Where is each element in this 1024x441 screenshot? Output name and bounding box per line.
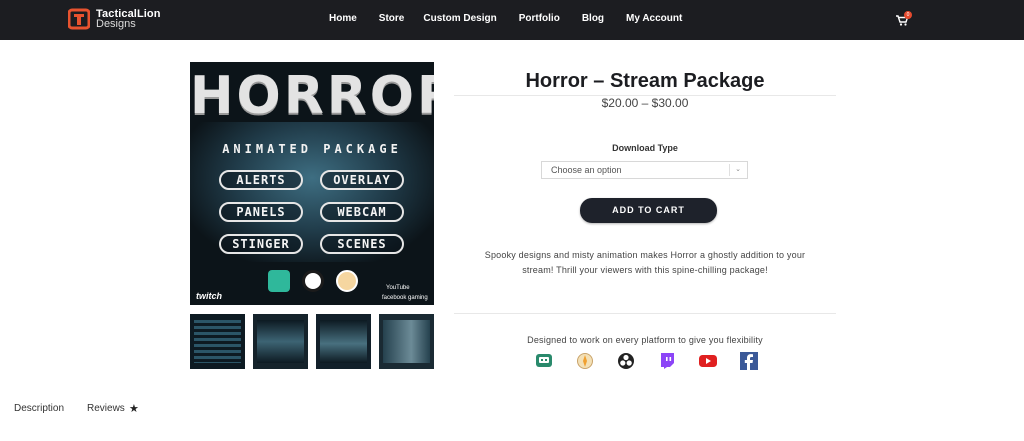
- twitch-logo-text: twitch: [196, 291, 222, 301]
- artwork-subtitle: ANIMATED PACKAGE: [222, 142, 402, 156]
- thumbnail-be-right-back-image: [320, 320, 367, 363]
- youtube-icon: [699, 355, 717, 367]
- tab-description[interactable]: Description: [14, 403, 64, 414]
- select-placeholder: Choose an option: [551, 165, 622, 175]
- logo-subname: Designs: [96, 18, 136, 30]
- artwork-pill-scenes: SCENES: [320, 234, 404, 254]
- product-description: Spooky designs and misty animation makes…: [454, 248, 836, 278]
- twitch-icon: [661, 353, 674, 369]
- download-type-select[interactable]: Choose an option ⌄: [541, 161, 748, 179]
- obs-icon: [302, 270, 324, 292]
- artwork-pill-alerts: ALERTS: [219, 170, 303, 190]
- site-logo[interactable]: TacticalLion Designs: [68, 8, 161, 30]
- select-separator: [729, 164, 730, 176]
- product-price: $20.00 – $30.00: [601, 96, 689, 110]
- nav-home[interactable]: Home: [329, 13, 357, 24]
- cart-count-badge: 0: [904, 11, 912, 19]
- download-type-label: Download Type: [612, 143, 678, 153]
- add-to-cart-button[interactable]: ADD TO CART: [580, 198, 717, 223]
- artwork-pill-panels: PANELS: [219, 202, 303, 222]
- star-icon: ★: [129, 403, 139, 415]
- nav-custom-design[interactable]: Custom Design: [423, 13, 496, 24]
- description-line-1: Spooky designs and misty animation makes…: [484, 250, 806, 260]
- streamlabs-icon: [536, 354, 552, 367]
- nav-store[interactable]: Store: [379, 13, 405, 24]
- thumbnail-overlay-image: [383, 320, 430, 363]
- nav-portfolio[interactable]: Portfolio: [519, 13, 560, 24]
- artwork-pill-stinger: STINGER: [219, 234, 303, 254]
- youtube-logo-text: YouTube: [386, 285, 410, 291]
- xsplit-icon: [336, 270, 358, 292]
- thumbnail-starting-image: [257, 320, 304, 363]
- chevron-down-icon: ⌄: [735, 166, 741, 173]
- artwork-pill-webcam: WEBCAM: [320, 202, 404, 222]
- thumbnail-4[interactable]: [379, 314, 434, 369]
- site-header: TacticalLion Designs Home Store Custom D…: [0, 0, 1024, 40]
- artwork-title: HORROR: [190, 66, 434, 126]
- product-title: Horror – Stream Package: [525, 70, 765, 92]
- lion-logo-icon: [68, 8, 90, 30]
- facebook-icon: [740, 352, 758, 370]
- platforms-label: Designed to work on every platform to gi…: [527, 335, 763, 345]
- artwork-pill-overlay: OVERLAY: [320, 170, 404, 190]
- thumbnail-2[interactable]: [253, 314, 308, 369]
- thumbnail-1[interactable]: [190, 314, 245, 369]
- thumbnail-panels-image: [194, 320, 241, 363]
- thumbnail-3[interactable]: [316, 314, 371, 369]
- section-divider: [454, 313, 836, 314]
- nav-blog[interactable]: Blog: [582, 13, 604, 24]
- xsplit-icon: [577, 353, 593, 369]
- streamlabs-icon: [268, 270, 290, 292]
- product-main-image[interactable]: HORROR ANIMATED PACKAGE ALERTS OVERLAY P…: [190, 62, 434, 305]
- main-nav: Home Store Custom Design Portfolio Blog …: [329, 13, 704, 24]
- nav-my-account[interactable]: My Account: [626, 13, 682, 24]
- obs-icon: [618, 353, 634, 369]
- tab-reviews[interactable]: Reviews: [87, 403, 125, 414]
- description-line-2: stream! Thrill your viewers with this sp…: [522, 265, 768, 275]
- facebook-gaming-text: facebook gaming: [382, 295, 428, 301]
